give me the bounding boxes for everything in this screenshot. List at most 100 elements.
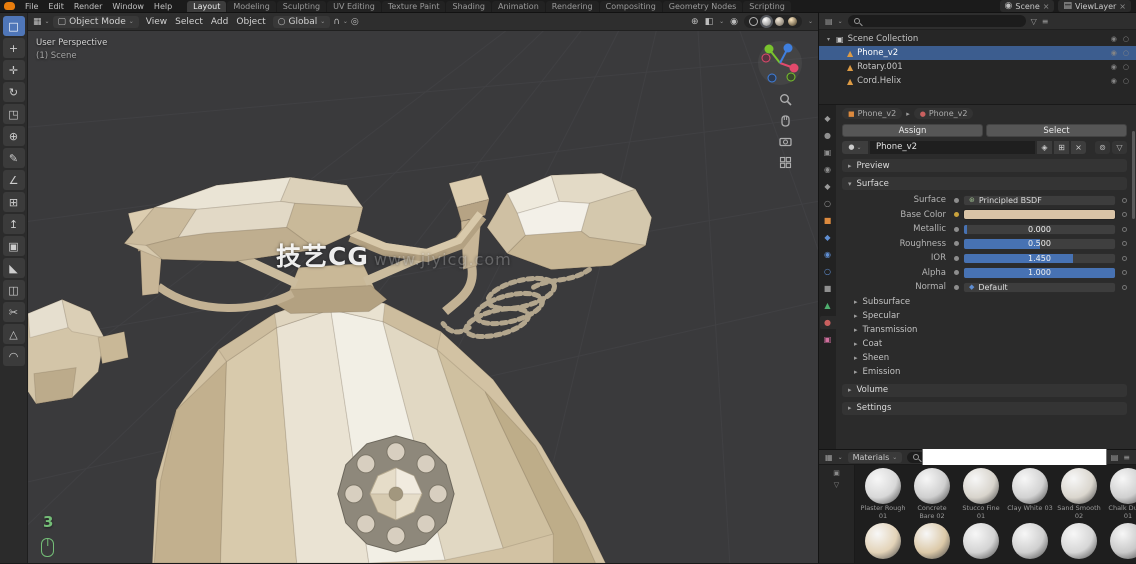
roughness-slider[interactable]: 0.500 [963, 238, 1116, 250]
asset-item[interactable]: Stucco Fine 01 [958, 468, 1004, 520]
tool-poly-build[interactable]: △ [2, 324, 25, 344]
asset-item[interactable] [1105, 523, 1136, 563]
shading-chevron-icon[interactable]: ⌄ [808, 18, 813, 25]
outliner-row-phone-v2[interactable]: ▲ Phone_v2 ◉ ○ [819, 46, 1136, 60]
fake-user-shield-icon[interactable]: ◈ [1037, 140, 1052, 154]
asset-search[interactable] [907, 446, 1108, 468]
menu-window[interactable]: Window [107, 2, 149, 11]
section-settings[interactable]: ▸ Settings [842, 401, 1127, 415]
asset-item[interactable] [1056, 523, 1102, 563]
breadcrumb-material-chip[interactable]: ● Phone_v2 [913, 108, 974, 119]
tool-bevel[interactable]: ◣ [2, 258, 25, 278]
section-volume[interactable]: ▸ Volume [842, 383, 1127, 397]
decorator-dot[interactable] [1122, 226, 1127, 232]
asset-item[interactable]: Concrete Bare 02 [909, 468, 955, 520]
wireframe-shading-icon[interactable] [748, 17, 758, 26]
normal-select-button[interactable]: ◆ Default [963, 281, 1116, 293]
properties-tab-view-layer[interactable]: ◉ [820, 163, 836, 176]
asset-item[interactable] [958, 523, 1004, 563]
breadcrumb-object-chip[interactable]: ■ Phone_v2 [842, 108, 903, 119]
decorator-dot[interactable] [1122, 212, 1127, 218]
decorator-dot[interactable] [1122, 270, 1127, 276]
mode-dropdown[interactable]: ▢ Object Mode ⌄ [52, 15, 139, 28]
workspace-tab-texture-paint[interactable]: Texture Paint [381, 0, 446, 12]
proportional-edit-icon[interactable]: ◎ [351, 17, 359, 27]
camera-view-icon[interactable] [779, 135, 792, 148]
outliner-search-input[interactable] [863, 15, 1020, 27]
pan-hand-icon[interactable] [779, 114, 792, 127]
tool-select-box[interactable]: □ [2, 16, 25, 36]
hide-in-viewport-icon[interactable]: ◉ [1111, 35, 1117, 43]
ior-slider[interactable]: 1.450 [963, 252, 1116, 264]
outliner-row-rotary-001[interactable]: ▲ Rotary.001 ◉ ○ [819, 60, 1136, 74]
scene-selector[interactable]: ◉ Scene × [999, 0, 1055, 12]
disable-in-render-icon[interactable]: ○ [1123, 49, 1129, 57]
properties-tab-tool[interactable]: ◆ [820, 112, 836, 125]
scene-unlink-icon[interactable]: × [1043, 2, 1050, 11]
subsection-transmission[interactable]: ▸ Transmission [842, 323, 1127, 337]
hide-in-viewport-icon[interactable]: ◉ [1111, 63, 1117, 71]
disable-in-render-icon[interactable]: ○ [1123, 77, 1129, 85]
snap-magnet-icon[interactable]: ∩ [333, 17, 340, 27]
disable-in-render-icon[interactable]: ○ [1123, 63, 1129, 71]
asset-library-dropdown[interactable]: Materials ⌄ [847, 451, 903, 463]
zoom-icon[interactable] [779, 93, 792, 106]
workspace-tab-compositing[interactable]: Compositing [599, 0, 662, 12]
snap-chevron-icon[interactable]: ⌄ [343, 18, 348, 25]
subsection-sheen[interactable]: ▸ Sheen [842, 351, 1127, 365]
material-preview-shading-icon[interactable] [774, 17, 784, 26]
shader-select-button[interactable]: ⊛ Principled BSDF [963, 194, 1116, 206]
properties-tab-particles[interactable]: ◉ [820, 248, 836, 261]
asset-options-icon[interactable]: ≡ [1123, 453, 1130, 462]
outliner-row-cord-helix[interactable]: ▲ Cord.Helix ◉ ○ [819, 74, 1136, 88]
workspace-tab-geometry-nodes[interactable]: Geometry Nodes [662, 0, 743, 12]
tool-knife[interactable]: ✂ [2, 302, 25, 322]
decorator-dot[interactable] [1122, 241, 1127, 247]
menu-help[interactable]: Help [149, 2, 177, 11]
blender-logo-icon[interactable] [4, 2, 15, 10]
properties-tab-texture[interactable]: ▣ [820, 333, 836, 346]
asset-editor-icon[interactable]: ▦ [825, 453, 833, 462]
assign-button[interactable]: Assign [842, 124, 983, 137]
properties-tab-modifiers[interactable]: ◆ [820, 231, 836, 244]
browse-material-button[interactable]: ● ⌄ [842, 140, 868, 154]
show-gizmo-icon[interactable]: ⊕ [691, 17, 699, 27]
asset-item[interactable] [860, 523, 906, 563]
properties-tab-constraints[interactable]: ■ [820, 282, 836, 295]
decorator-dot[interactable] [1122, 284, 1127, 290]
tool-add-cube[interactable]: ⊞ [2, 192, 25, 212]
overlays-chevron-icon[interactable]: ⌄ [719, 18, 724, 25]
alpha-slider[interactable]: 1.000 [963, 267, 1116, 279]
viewport-canvas[interactable]: User Perspective (1) Scene 技艺CG www.jiyic… [28, 31, 818, 563]
material-name-field[interactable]: Phone_v2 [870, 140, 1035, 154]
properties-tab-object[interactable]: ■ [820, 214, 836, 227]
properties-tab-render[interactable]: ● [820, 129, 836, 142]
tool-transform[interactable]: ⊕ [2, 126, 25, 146]
disclosure-icon[interactable]: ▾ [825, 36, 832, 43]
asset-item[interactable]: Plaster Rough 01 [860, 468, 906, 520]
solid-shading-icon[interactable] [761, 17, 771, 26]
viewport-menu-add[interactable]: Add [207, 17, 232, 27]
metallic-slider[interactable]: 0.000 [963, 223, 1116, 235]
section-preview[interactable]: ▸ Preview [842, 159, 1127, 172]
asset-item[interactable] [1007, 523, 1053, 563]
tool-cursor[interactable]: + [2, 38, 25, 58]
editor-type-icon[interactable]: ▦ [33, 17, 42, 27]
viewport-menu-select[interactable]: Select [171, 17, 207, 27]
tool-extrude[interactable]: ↥ [2, 214, 25, 234]
subsection-coat[interactable]: ▸ Coat [842, 337, 1127, 351]
section-surface[interactable]: ▾ Surface [842, 177, 1127, 190]
workspace-tab-uv-editing[interactable]: UV Editing [327, 0, 381, 12]
rendered-shading-icon[interactable] [787, 17, 797, 26]
workspace-tab-rendering[interactable]: Rendering [545, 0, 599, 12]
subsection-specular[interactable]: ▸ Specular [842, 309, 1127, 323]
workspace-tab-scripting[interactable]: Scripting [743, 0, 791, 12]
overlays-icon[interactable]: ◧ [705, 17, 714, 27]
outliner-editor-icon[interactable]: ▤ [825, 17, 833, 26]
tool-loop-cut[interactable]: ◫ [2, 280, 25, 300]
display-mode-icon[interactable]: ▤ [1111, 453, 1119, 462]
hide-in-viewport-icon[interactable]: ◉ [1111, 49, 1117, 57]
workspace-tab-modeling[interactable]: Modeling [227, 0, 276, 12]
asset-catalog-icon[interactable]: ▣ [833, 469, 840, 477]
tool-inset[interactable]: ▣ [2, 236, 25, 256]
